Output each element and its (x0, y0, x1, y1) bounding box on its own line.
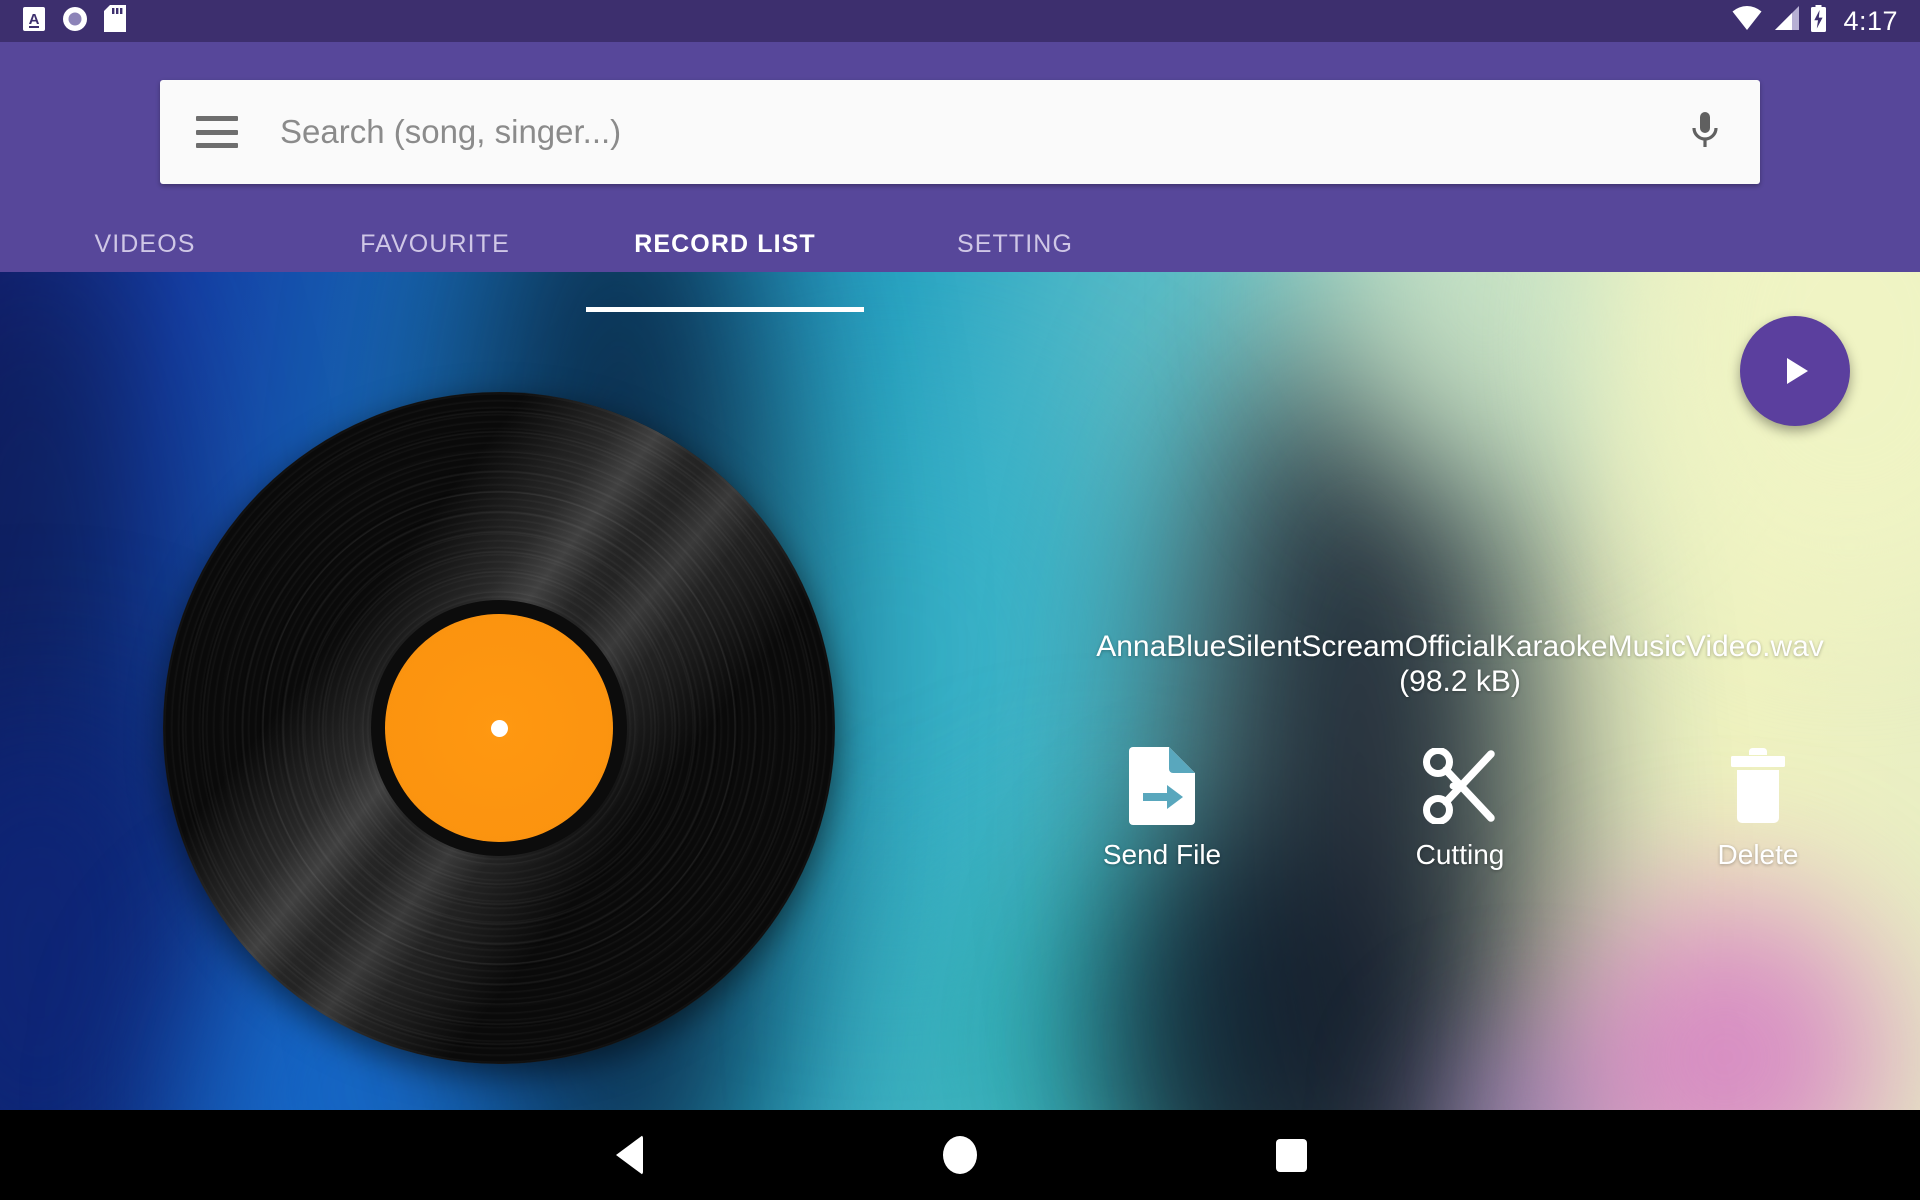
status-bar: A 4:17 (0, 0, 1920, 42)
tab-label: RECORD LIST (634, 230, 816, 258)
vinyl-disc (163, 392, 835, 1064)
back-triangle-icon (615, 1135, 643, 1175)
microphone-icon[interactable] (1678, 105, 1732, 159)
tab-setting[interactable]: SETTING (870, 208, 1160, 312)
status-bar-left-icons: A (22, 5, 126, 37)
cutting-button[interactable]: Cutting (1385, 747, 1535, 871)
home-circle-icon (943, 1136, 977, 1174)
action-label: Send File (1102, 839, 1222, 871)
wifi-icon (1732, 6, 1762, 36)
status-bar-clock: 4:17 (1843, 5, 1898, 36)
file-actions: Send File Cutting Delete (1087, 747, 1833, 871)
tab-underline (585, 307, 865, 312)
play-icon (1787, 358, 1808, 384)
cell-signal-icon (1772, 6, 1800, 36)
vinyl-center-hole (490, 719, 508, 737)
file-size: (98.2 kB) (1399, 664, 1521, 698)
status-bar-right-icons: 4:17 (1732, 5, 1898, 37)
tab-favourite[interactable]: FAVOURITE (290, 208, 580, 312)
send-file-button[interactable]: Send File (1087, 747, 1237, 871)
recents-square-icon (1275, 1138, 1307, 1172)
app-toolbar: VIDEOS FAVOURITE RECORD LIST SETTING (0, 42, 1920, 312)
nav-back-button[interactable] (586, 1112, 672, 1198)
delete-button[interactable]: Delete (1683, 747, 1833, 871)
tab-label: SETTING (956, 230, 1074, 258)
app-root: A 4:17 Search (song, singer...) VIDEOS F… (0, 0, 1920, 1200)
tab-videos[interactable]: VIDEOS (0, 208, 290, 312)
trash-icon (1729, 747, 1787, 825)
action-label: Cutting (1415, 839, 1505, 871)
search-input[interactable] (280, 113, 1678, 151)
tab-bar: VIDEOS FAVOURITE RECORD LIST SETTING (0, 208, 1160, 312)
record-detail-content: AnnaBlueSilentScreamOfficialKaraokeMusic… (0, 272, 1920, 1110)
tab-label: FAVOURITE (360, 230, 510, 258)
tab-label: VIDEOS (94, 230, 196, 258)
play-fab-button[interactable] (1740, 316, 1850, 426)
vinyl-record-icon (163, 392, 835, 1064)
screenshot-icon: A (22, 6, 46, 37)
hamburger-menu-icon[interactable] (196, 116, 238, 148)
nav-recents-button[interactable] (1248, 1112, 1334, 1198)
tab-record-list[interactable]: RECORD LIST (580, 208, 870, 312)
scissors-icon (1423, 747, 1497, 825)
send-file-icon (1129, 747, 1195, 826)
search-bar[interactable] (160, 80, 1760, 184)
android-navigation-bar (0, 1110, 1920, 1200)
record-indicator-icon (62, 6, 88, 37)
battery-charging-icon (1810, 5, 1827, 37)
nav-home-button[interactable] (917, 1112, 1003, 1198)
action-label: Delete (1717, 839, 1799, 871)
file-name: AnnaBlueSilentScreamOfficialKaraokeMusic… (1096, 629, 1824, 663)
svg-text:A: A (29, 11, 40, 28)
sd-card-icon (104, 5, 126, 37)
